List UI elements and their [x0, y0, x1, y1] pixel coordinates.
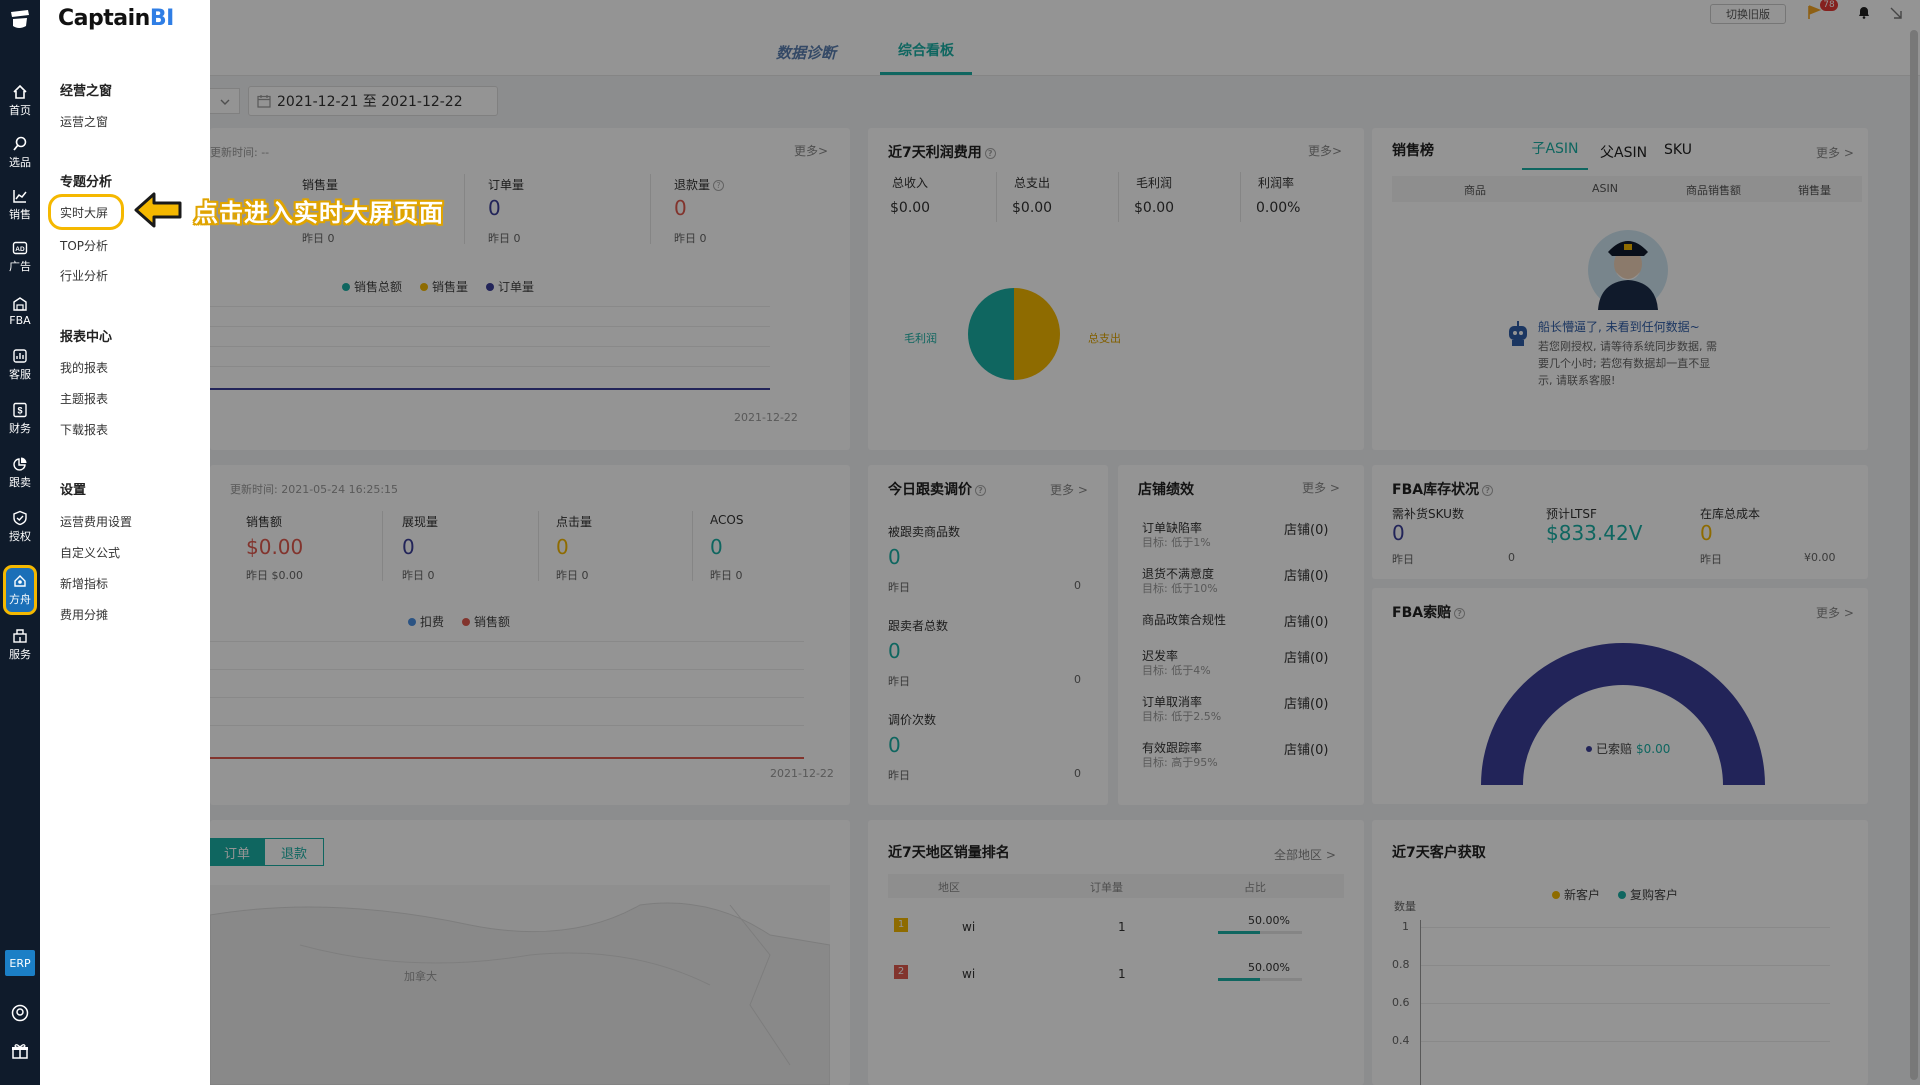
callout-text: 点击进入实时大屏页面: [194, 198, 444, 227]
rail-sales[interactable]: 销售: [0, 182, 40, 228]
menu-item-top-analysis[interactable]: TOP分析: [60, 237, 108, 254]
rail-label-follow: 跟卖: [9, 476, 31, 489]
captain-logo-icon: [11, 10, 29, 28]
menu-item-topic-reports[interactable]: 主题报表: [60, 390, 108, 407]
rail-finance[interactable]: $ 财务: [0, 396, 40, 442]
rail-ark[interactable]: 方舟: [3, 565, 37, 615]
search-icon: [13, 136, 27, 151]
rail-follow[interactable]: 跟卖: [0, 450, 40, 496]
rail-label-selection: 选品: [9, 156, 31, 169]
menu-item-new-metric[interactable]: 新增指标: [60, 575, 108, 592]
rail-label-fba: FBA: [9, 313, 31, 327]
menu-section-settings: 设置: [60, 483, 87, 498]
svg-text:$: $: [17, 406, 22, 416]
shield-icon: [13, 510, 27, 526]
side-menu: CaptainBI 经营之窗 运营之窗 专题分析 实时大屏 TOP分析 行业分析…: [40, 0, 210, 1085]
rail-label-finance: 财务: [9, 422, 31, 435]
menu-section-reports: 报表中心: [60, 330, 113, 345]
rail-auth[interactable]: 授权: [0, 504, 40, 550]
menu-item-industry-analysis[interactable]: 行业分析: [60, 267, 108, 284]
rail-ads[interactable]: AD 广告: [0, 234, 40, 280]
rail-label-home: 首页: [9, 104, 31, 117]
menu-section-business: 经营之窗: [60, 84, 113, 99]
support-icon[interactable]: [11, 1004, 29, 1022]
pie-icon: [13, 457, 27, 471]
rail-selection[interactable]: 选品: [0, 130, 40, 176]
rail-home[interactable]: 首页: [0, 78, 40, 124]
home-icon: [13, 84, 27, 99]
menu-item-download-reports[interactable]: 下载报表: [60, 421, 108, 438]
rail-service[interactable]: 客服: [0, 342, 40, 388]
sales-chart-icon: [13, 190, 27, 203]
gift-icon[interactable]: [11, 1042, 29, 1060]
menu-item-my-reports[interactable]: 我的报表: [60, 359, 108, 376]
ark-icon: [14, 575, 26, 587]
rail-label-ark: 方舟: [9, 593, 31, 606]
menu-item-custom-formula[interactable]: 自定义公式: [60, 544, 120, 561]
ad-icon: AD: [12, 241, 28, 255]
warehouse-icon: [13, 296, 27, 311]
svg-text:AD: AD: [15, 246, 25, 253]
menu-item-op-cost-settings[interactable]: 运营费用设置: [60, 513, 132, 530]
service-icon: [13, 349, 27, 363]
rail-label-sales: 销售: [9, 208, 31, 221]
finance-icon: $: [13, 402, 27, 418]
menu-item-ops-window[interactable]: 运营之窗: [60, 113, 108, 130]
rail-fba[interactable]: FBA: [0, 288, 40, 334]
arrow-left-icon: [134, 192, 182, 228]
building-icon: [13, 629, 27, 643]
rail-services[interactable]: 服务: [0, 622, 40, 668]
app-logo[interactable]: CaptainBI: [58, 6, 174, 31]
dim-overlay: [40, 0, 1920, 1085]
rail-label-auth: 授权: [9, 530, 31, 543]
rail-label-services: 服务: [9, 648, 31, 661]
rail-label-ads: 广告: [9, 260, 31, 273]
rail-label-service: 客服: [9, 368, 31, 381]
erp-button[interactable]: ERP: [5, 950, 35, 976]
menu-item-cost-allocation[interactable]: 费用分摊: [60, 606, 108, 623]
menu-section-analysis: 专题分析: [60, 175, 113, 190]
tutorial-callout: 点击进入实时大屏页面: [132, 190, 444, 230]
icon-rail: 首页 选品 销售 AD 广告 FBA 客服 $ 财务 跟卖 授权 方舟 服务 E…: [0, 0, 40, 1085]
menu-item-realtime-screen[interactable]: 实时大屏: [48, 194, 124, 230]
